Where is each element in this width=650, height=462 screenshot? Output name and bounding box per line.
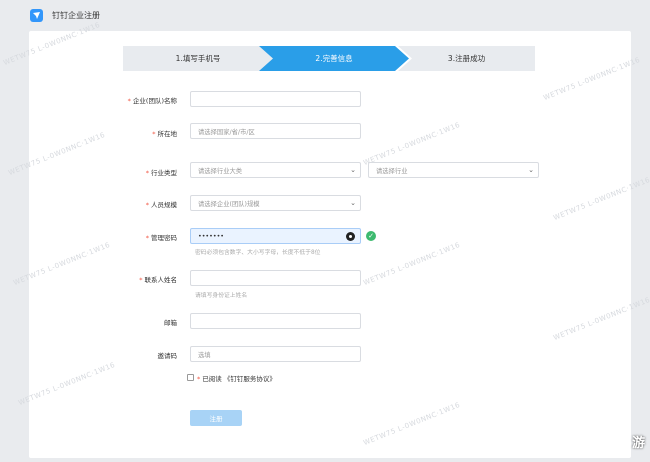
- chevron-down-icon: ⌄: [528, 166, 534, 174]
- size-label: * 人员规模: [145, 201, 177, 209]
- window-title: 钉钉企业注册: [52, 10, 100, 20]
- check-circle-icon: ✓: [366, 231, 376, 241]
- step-2-active: 2.完善信息: [259, 46, 409, 71]
- contact-hint: 请填写身份证上姓名: [195, 293, 248, 299]
- location-label: * 所在地: [152, 130, 177, 138]
- agreement-text: * 已阅读 《钉钉服务协议》: [197, 375, 276, 383]
- step-3: 3.注册成功: [398, 46, 535, 71]
- industry-sub-select[interactable]: 请选择行业 ⌄: [368, 162, 539, 178]
- dingtalk-logo-icon: [30, 8, 43, 22]
- size-select[interactable]: 请选择企业(团队)规模 ⌄: [190, 195, 361, 211]
- agreement-checkbox[interactable]: [187, 374, 194, 381]
- location-input[interactable]: 请选择国家/省/市/区: [190, 123, 361, 139]
- invite-code-input[interactable]: 选填: [190, 346, 361, 362]
- invite-code-label: 邀请码: [157, 352, 178, 360]
- email-label: 邮箱: [164, 319, 177, 327]
- eye-icon[interactable]: [346, 232, 355, 241]
- chevron-down-icon: ⌄: [350, 166, 356, 174]
- industry-label: * 行业类型: [145, 169, 177, 177]
- step-1: 1.填写手机号: [123, 46, 273, 71]
- company-name-input[interactable]: [190, 91, 361, 107]
- industry-category-select[interactable]: 请选择行业大类 ⌄: [190, 162, 361, 178]
- password-hint: 密码必须包含数字、大小写字母，长度不低于8位: [195, 250, 321, 256]
- title-bar: 钉钉企业注册: [0, 0, 650, 30]
- step-indicator: 1.填写手机号 3.注册成功 2.完善信息: [123, 46, 535, 71]
- agreement-link[interactable]: 已阅读 《钉钉服务协议》: [202, 375, 276, 383]
- corner-watermark-glyph: 游: [632, 436, 646, 451]
- email-input[interactable]: [190, 313, 361, 329]
- contact-label: * 联系人姓名: [139, 276, 177, 284]
- chevron-down-icon: ⌄: [350, 199, 356, 207]
- contact-name-input[interactable]: [190, 270, 361, 286]
- company-name-label: * 企业(团队)名称: [127, 97, 177, 105]
- password-label: * 管理密码: [145, 234, 177, 242]
- register-button[interactable]: 注册: [190, 410, 242, 426]
- password-input[interactable]: •••••••: [190, 228, 361, 244]
